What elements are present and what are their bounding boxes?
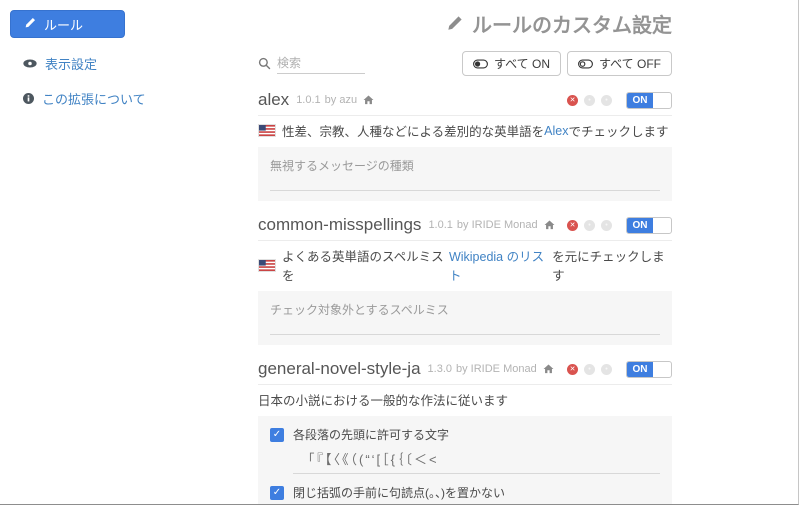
rule-toggle-state: ON [627, 93, 653, 108]
all-off-button[interactable]: すべて OFF [567, 51, 672, 76]
all-on-button[interactable]: すべて ON [462, 51, 561, 76]
rule-header: common-misspellings 1.0.1 by IRIDE Monad… [258, 215, 672, 241]
rule-item-common-misspellings: common-misspellings 1.0.1 by IRIDE Monad… [258, 215, 672, 345]
rule-version: 1.0.1 [428, 219, 452, 231]
rule-name: general-novel-style-ja [258, 359, 421, 379]
rule-description-link[interactable]: Alex [544, 124, 568, 138]
rule-item-alex: alex 1.0.1 by azu ON [258, 90, 672, 201]
option-leading-chars-checkbox[interactable]: 各段落の先頭に許可する文字 [270, 426, 660, 443]
eye-icon [23, 59, 37, 68]
rule-version: 1.3.0 [428, 363, 452, 375]
severity-warning-icon[interactable] [584, 220, 595, 231]
excluded-misspellings-textarea[interactable] [270, 299, 660, 335]
us-flag-icon [258, 124, 276, 137]
severity-error-icon[interactable] [567, 220, 578, 231]
ignored-message-types-textarea[interactable] [270, 155, 660, 191]
checkbox-checked-icon [270, 428, 284, 442]
bulk-toggle-buttons: すべて ON すべて OFF [462, 51, 672, 76]
rule-description-link[interactable]: Wikipedia のリスト [449, 246, 552, 284]
severity-warning-icon[interactable] [584, 364, 595, 375]
rule-name: alex [258, 90, 289, 110]
search-box [258, 53, 365, 74]
severity-info-icon[interactable] [601, 95, 612, 106]
sidebar-item-label: 表示設定 [45, 54, 97, 73]
sidebar: ルール 表示設定 この拡張について [10, 10, 245, 108]
rule-toggle[interactable]: ON [626, 361, 672, 378]
checkbox-checked-icon [270, 486, 284, 500]
pencil-icon [446, 15, 463, 32]
severity-info-icon[interactable] [601, 364, 612, 375]
rule-controls: ON [567, 217, 672, 234]
sidebar-item-label: この拡張について [42, 89, 146, 108]
rule-description: よくある英単語のスペルミスを Wikipedia のリスト を元にチェックします [258, 246, 672, 284]
rule-controls: ON [567, 361, 672, 378]
page-title: ルールのカスタム設定 [258, 9, 672, 38]
rule-toggle-state: ON [627, 218, 653, 233]
search-input[interactable] [277, 53, 365, 74]
sidebar-item-display-settings[interactable]: 表示設定 [23, 54, 245, 73]
rule-options-panel [258, 291, 672, 345]
sidebar-item-about[interactable]: この拡張について [23, 89, 245, 108]
sidebar-item-label: ルール [44, 15, 83, 34]
extension-options-window: ルール 表示設定 この拡張について ルールのカスタム設定 [0, 0, 799, 505]
rule-header: general-novel-style-ja 1.3.0 by IRIDE Mo… [258, 359, 672, 385]
rule-name: common-misspellings [258, 215, 421, 235]
leading-chars-input[interactable] [293, 451, 660, 474]
pencil-icon [24, 17, 36, 32]
rule-toggle[interactable]: ON [626, 92, 672, 109]
rule-author: by IRIDE Monad [456, 363, 537, 375]
toggle-off-icon [578, 59, 593, 69]
home-icon[interactable] [363, 95, 374, 105]
rule-description: 日本の小説における一般的な作法に従います [258, 390, 672, 409]
main-content: ルールのカスタム設定 すべて ON [258, 0, 672, 505]
toolbar: すべて ON すべて OFF [258, 51, 672, 76]
rule-description: 性差、宗教、人種などによる差別的な英単語を Alex でチェックします [258, 121, 672, 140]
severity-error-icon[interactable] [567, 95, 578, 106]
sidebar-item-rules[interactable]: ルール [10, 10, 125, 38]
rule-item-general-novel-style-ja: general-novel-style-ja 1.3.0 by IRIDE Mo… [258, 359, 672, 505]
search-icon [258, 57, 271, 70]
rule-header: alex 1.0.1 by azu ON [258, 90, 672, 116]
rule-controls: ON [567, 92, 672, 109]
rule-toggle[interactable]: ON [626, 217, 672, 234]
severity-error-icon[interactable] [567, 364, 578, 375]
home-icon[interactable] [543, 364, 554, 374]
severity-info-icon[interactable] [601, 220, 612, 231]
rule-toggle-state: ON [627, 362, 653, 377]
rule-author: by IRIDE Monad [457, 219, 538, 231]
info-circle-icon [23, 93, 34, 104]
severity-warning-icon[interactable] [584, 95, 595, 106]
rule-options-panel: 各段落の先頭に許可する文字 閉じ括弧の手前に句読点(。、)を置かない 疑問符(？… [258, 416, 672, 505]
option-no-punct-before-bracket-checkbox[interactable]: 閉じ括弧の手前に句読点(。、)を置かない [270, 484, 660, 501]
toggle-on-icon [473, 59, 488, 69]
home-icon[interactable] [544, 220, 555, 230]
us-flag-icon [258, 259, 276, 272]
rule-version: 1.0.1 [296, 94, 320, 106]
rule-options-panel [258, 147, 672, 201]
rule-author: by azu [325, 94, 357, 106]
